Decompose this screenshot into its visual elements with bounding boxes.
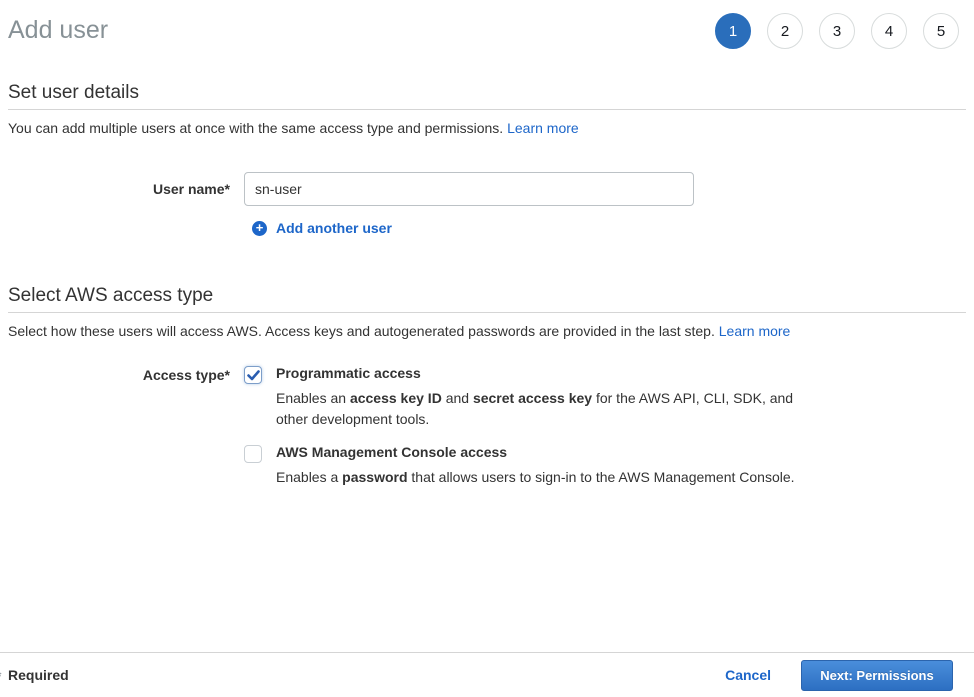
access-option-aws-management-console-access: AWS Management Console access Enables a p… bbox=[244, 444, 800, 488]
footer-bar: * Required Cancel Next: Permissions bbox=[0, 652, 974, 697]
access-type-description: Select how these users will access AWS. … bbox=[8, 323, 966, 339]
add-another-user-label: Add another user bbox=[276, 220, 392, 236]
access-type-options: Programmatic access Enables an access key… bbox=[244, 365, 800, 488]
learn-more-link-access-type[interactable]: Learn more bbox=[719, 323, 791, 339]
desc-segment: access key ID bbox=[350, 390, 442, 406]
desc-segment: Enables a bbox=[276, 469, 342, 485]
user-details-description: You can add multiple users at once with … bbox=[8, 120, 966, 136]
required-label: Required bbox=[8, 667, 69, 683]
user-name-input[interactable] bbox=[244, 172, 694, 206]
option-description: Enables a password that allows users to … bbox=[276, 467, 795, 488]
step-circle-3: 3 bbox=[819, 13, 855, 49]
option-title: Programmatic access bbox=[276, 365, 800, 382]
page-header: Add user 12345 bbox=[0, 0, 974, 49]
desc-segment: Enables an bbox=[276, 390, 350, 406]
section-heading-access-type: Select AWS access type bbox=[8, 285, 966, 313]
option-description: Enables an access key ID and secret acce… bbox=[276, 388, 800, 430]
page-title: Add user bbox=[8, 12, 108, 48]
next-permissions-button[interactable]: Next: Permissions bbox=[801, 660, 953, 691]
desc-segment: that allows users to sign-in to the AWS … bbox=[408, 469, 795, 485]
learn-more-link-user-details[interactable]: Learn more bbox=[507, 120, 579, 136]
user-details-description-text: You can add multiple users at once with … bbox=[8, 120, 503, 136]
step-circle-2: 2 bbox=[767, 13, 803, 49]
step-circle-5: 5 bbox=[923, 13, 959, 49]
access-option-programmatic-access: Programmatic access Enables an access key… bbox=[244, 365, 800, 430]
access-type-label: Access type* bbox=[0, 365, 230, 488]
user-name-row: User name* bbox=[0, 172, 974, 206]
add-another-user-button[interactable]: + Add another user bbox=[252, 220, 392, 236]
desc-segment: password bbox=[342, 469, 407, 485]
desc-segment: and bbox=[442, 390, 473, 406]
user-name-field-wrap bbox=[244, 172, 694, 206]
step-circle-1: 1 bbox=[715, 13, 751, 49]
programmatic-access-checkbox[interactable] bbox=[244, 366, 262, 384]
access-type-description-text: Select how these users will access AWS. … bbox=[8, 323, 715, 339]
desc-segment: secret access key bbox=[473, 390, 592, 406]
user-name-label: User name* bbox=[0, 172, 230, 206]
required-asterisk: * bbox=[0, 668, 1, 684]
checkmark-icon bbox=[247, 370, 260, 381]
option-body: Programmatic access Enables an access key… bbox=[276, 365, 800, 430]
option-body: AWS Management Console access Enables a p… bbox=[276, 444, 795, 488]
step-circle-4: 4 bbox=[871, 13, 907, 49]
required-note: * Required bbox=[8, 667, 69, 683]
section-heading-user-details: Set user details bbox=[8, 82, 966, 110]
plus-circle-icon: + bbox=[252, 221, 267, 236]
cancel-button[interactable]: Cancel bbox=[725, 667, 771, 683]
option-title: AWS Management Console access bbox=[276, 444, 795, 461]
aws-management-console-access-checkbox[interactable] bbox=[244, 445, 262, 463]
access-type-row: Access type* Programmatic access Enables … bbox=[0, 365, 974, 488]
footer-actions: Cancel Next: Permissions bbox=[725, 660, 953, 691]
step-indicator: 12345 bbox=[715, 13, 959, 49]
